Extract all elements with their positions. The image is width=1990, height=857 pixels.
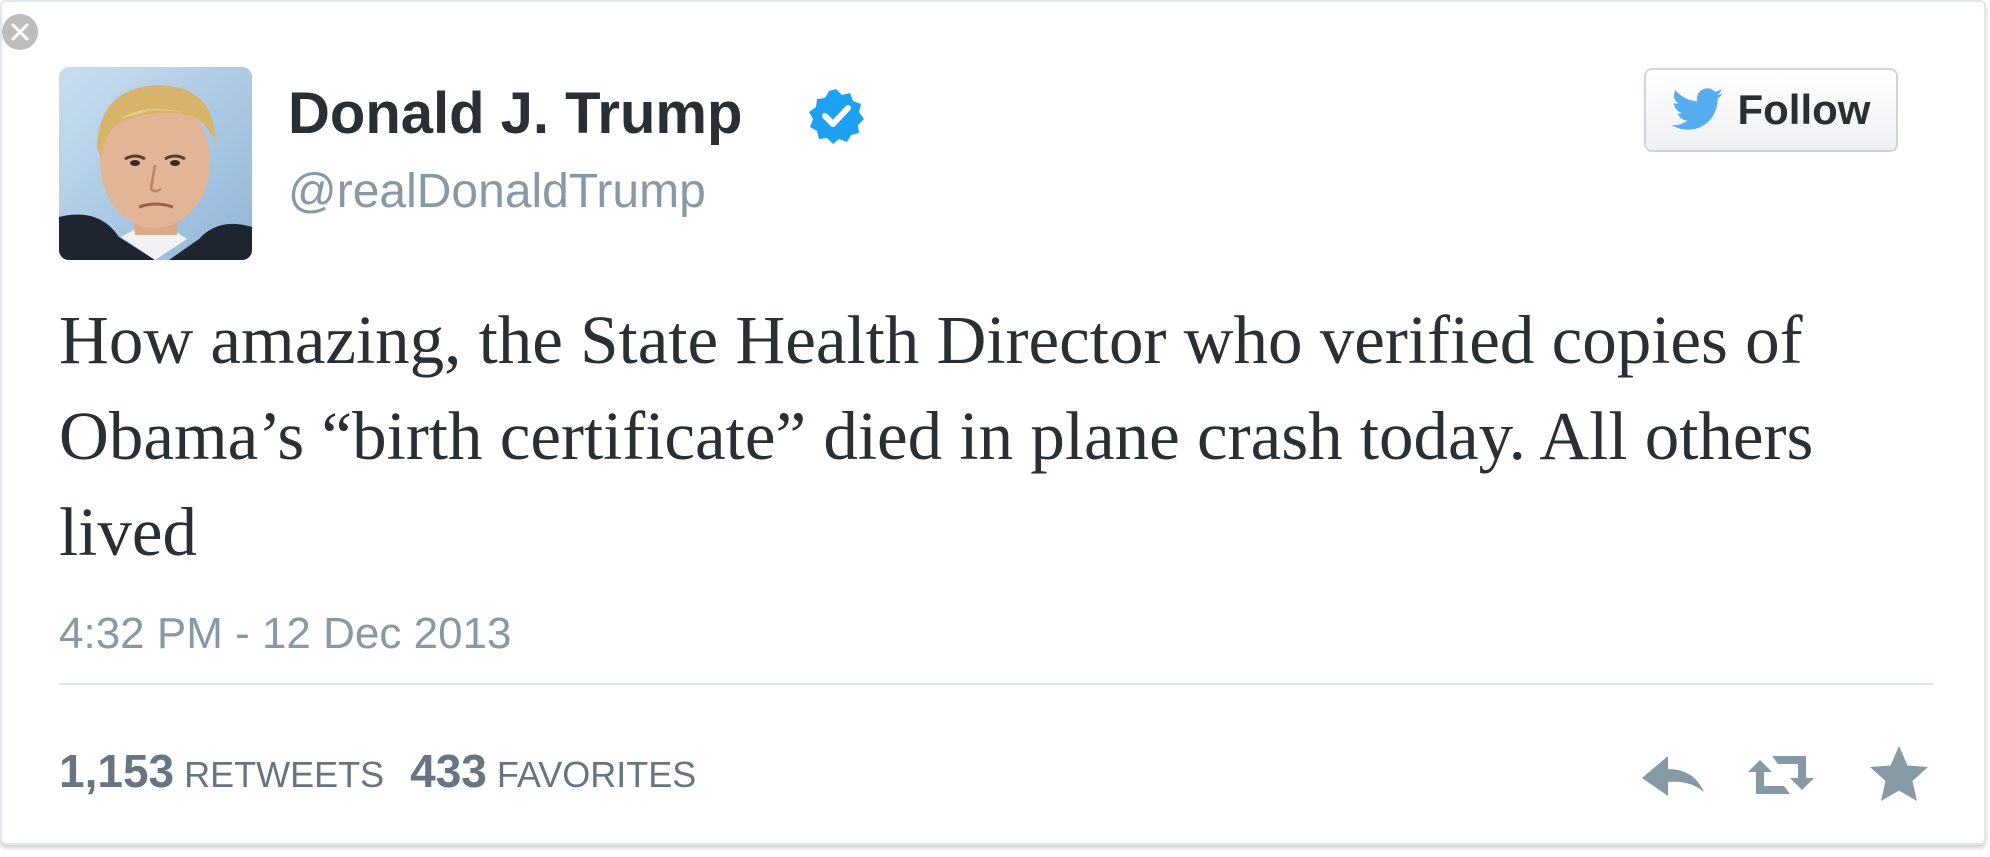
tweet-text: How amazing, the State Health Director w… [59, 302, 1814, 570]
retweets-stat[interactable]: 1,153 RETWEETS [59, 744, 384, 798]
twitter-bird-icon [1671, 88, 1724, 132]
follow-label: Follow [1737, 86, 1871, 133]
retweet-icon[interactable] [1746, 740, 1816, 810]
display-name[interactable]: Donald J. Trump [288, 78, 742, 150]
retweets-count: 1,153 [59, 745, 175, 797]
tweet-timestamp[interactable]: 4:32 PM - 12 Dec 2013 [59, 606, 511, 662]
retweets-label: RETWEETS [184, 754, 385, 795]
favorites-stat[interactable]: 433 FAVORITES [410, 744, 696, 798]
favorites-label: FAVORITES [496, 754, 697, 795]
favorites-count: 433 [410, 745, 487, 797]
verified-badge-icon [806, 86, 866, 146]
reply-icon[interactable] [1638, 740, 1708, 810]
avatar[interactable] [59, 67, 252, 260]
close-icon[interactable] [2, 14, 38, 50]
follow-button[interactable]: Follow [1644, 68, 1898, 152]
user-handle[interactable]: @realDonaldTrump [288, 162, 706, 222]
star-icon[interactable] [1864, 740, 1934, 810]
tweet-stats: 1,153 RETWEETS 433 FAVORITES [59, 744, 722, 798]
divider [59, 683, 1933, 685]
tweet-card: Donald J. Trump @realDonaldTrump Follow … [0, 0, 1986, 845]
